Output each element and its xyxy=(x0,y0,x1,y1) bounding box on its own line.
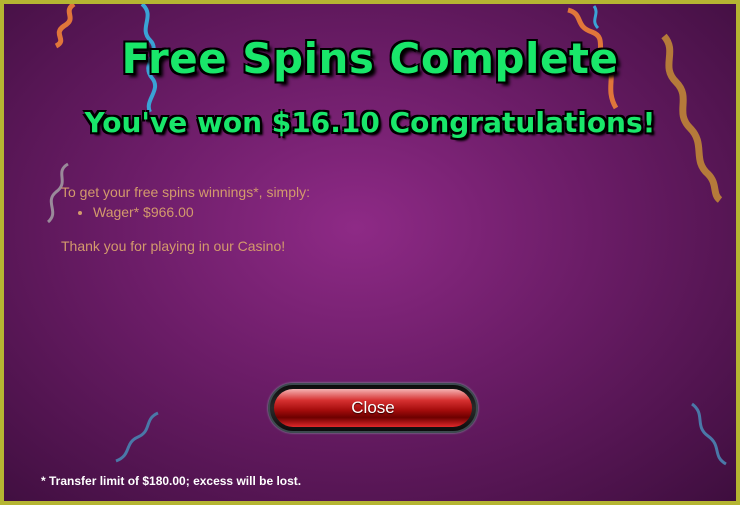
transfer-limit-footnote: * Transfer limit of $180.00; excess will… xyxy=(41,474,302,488)
requirements-list: Wager* $966.00 xyxy=(61,204,310,220)
confetti-streamer-blue-bottom-left xyxy=(115,411,159,463)
instructions-text: To get your free spins winnings*, simply… xyxy=(61,184,310,200)
close-button[interactable]: Close xyxy=(268,383,478,433)
win-amount-message: You've won $16.10 Congratulations! xyxy=(84,106,656,139)
close-button-label: Close xyxy=(274,389,472,427)
instructions-block: To get your free spins winnings*, simply… xyxy=(61,184,310,254)
thanks-text: Thank you for playing in our Casino! xyxy=(61,238,286,254)
confetti-streamer-blue-bottom-right xyxy=(691,402,727,466)
requirement-item-wager: Wager* $966.00 xyxy=(93,204,310,220)
free-spins-dialog: Free Spins Complete You've won $16.10 Co… xyxy=(0,0,740,505)
dialog-title: Free Spins Complete xyxy=(121,34,619,83)
